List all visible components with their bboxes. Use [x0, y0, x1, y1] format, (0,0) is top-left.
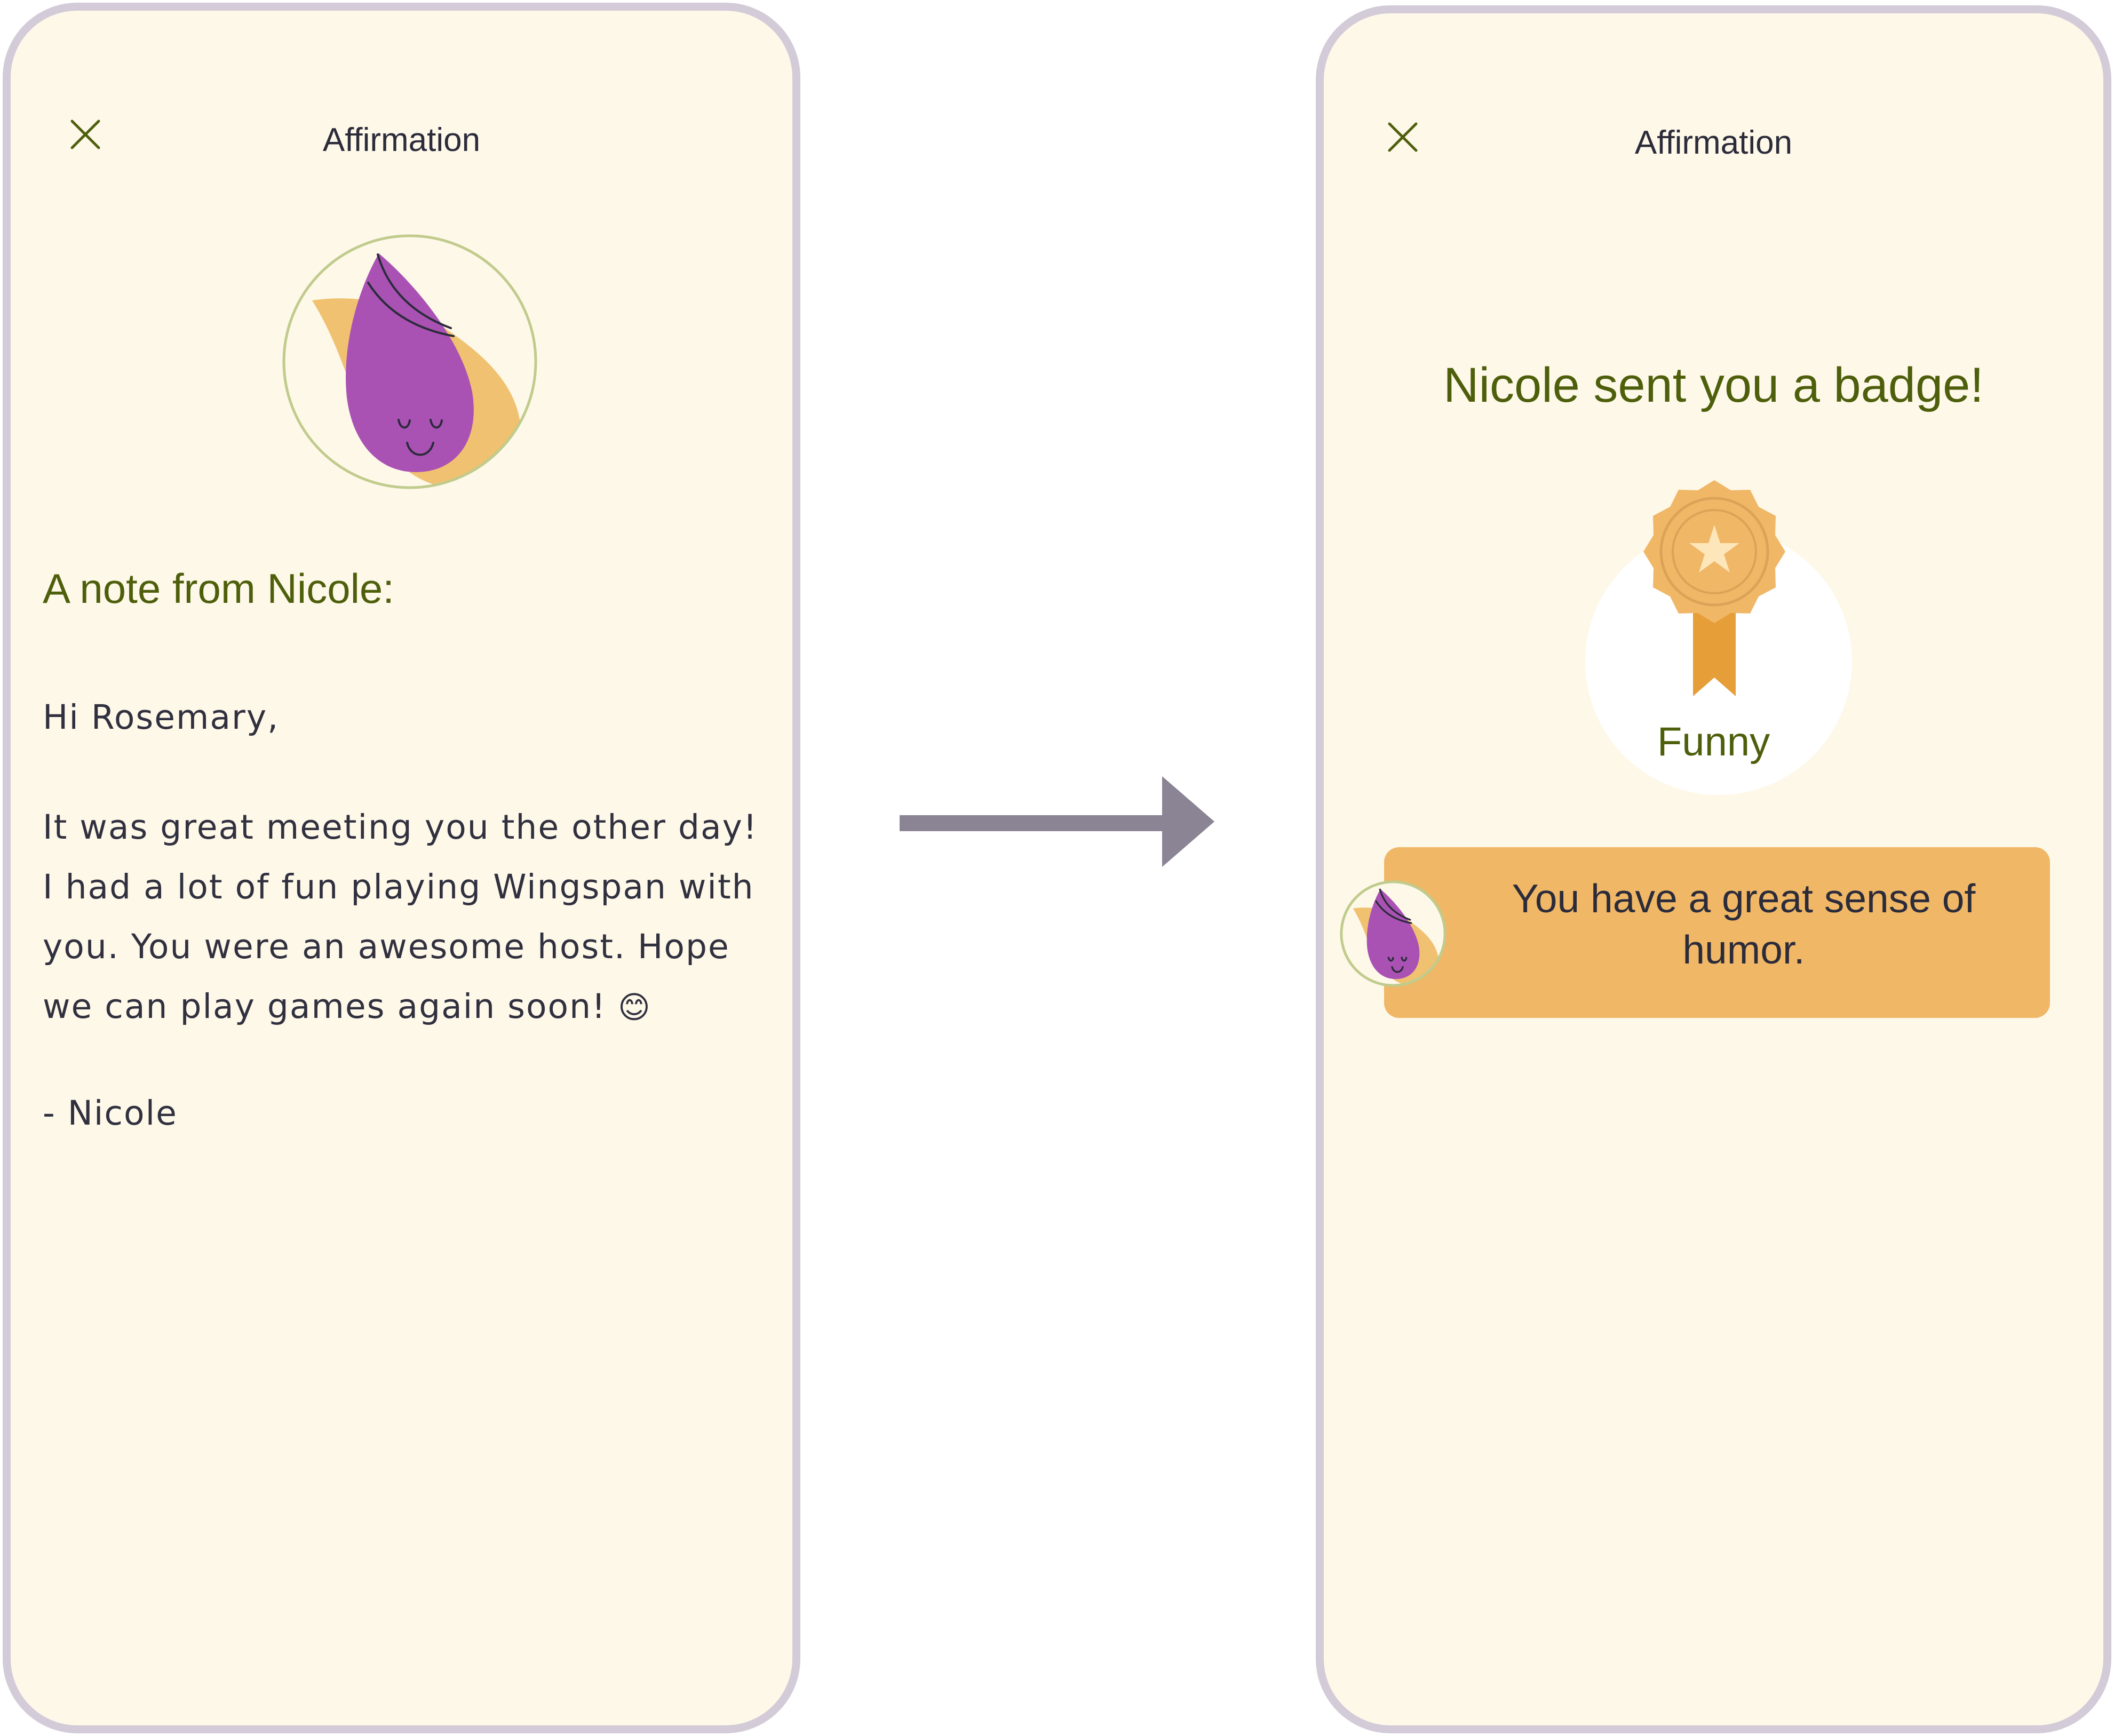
arrow-right-icon — [900, 776, 1214, 867]
badge-rosette — [1634, 472, 1794, 707]
rosette-badge-icon — [1643, 480, 1785, 696]
note-heading: A note from Nicole: — [43, 565, 394, 612]
badge-label: Funny — [1657, 719, 1770, 765]
note-screen: Affirmation A note from Nicole: Hi Rosem… — [3, 3, 800, 1733]
badge-heading: Nicole sent you a badge! — [1443, 358, 1984, 412]
sender-avatar-icon — [282, 234, 537, 489]
note-signoff: - Nicole — [43, 1094, 178, 1133]
note-body: Hi Rosemary, It was great meeting you th… — [43, 680, 779, 1143]
transition-arrow — [900, 776, 1214, 867]
smile-emoji-icon: 😊 — [618, 989, 651, 1025]
badge-message: You have a great sense of humor. — [1512, 876, 1976, 972]
badge-screen: Affirmation Nicole sent you a badge! Fun… — [1316, 5, 2111, 1733]
sender-avatar-small — [1340, 880, 1447, 987]
note-greeting: Hi Rosemary, — [43, 698, 280, 737]
badge-message-card: You have a great sense of humor. — [1384, 847, 2050, 1018]
sender-avatar-icon — [1340, 880, 1447, 987]
page-title: Affirmation — [1634, 124, 1793, 161]
sender-avatar — [280, 232, 539, 491]
note-message: It was great meeting you the other day! … — [43, 798, 779, 1037]
page-title: Affirmation — [322, 122, 481, 158]
